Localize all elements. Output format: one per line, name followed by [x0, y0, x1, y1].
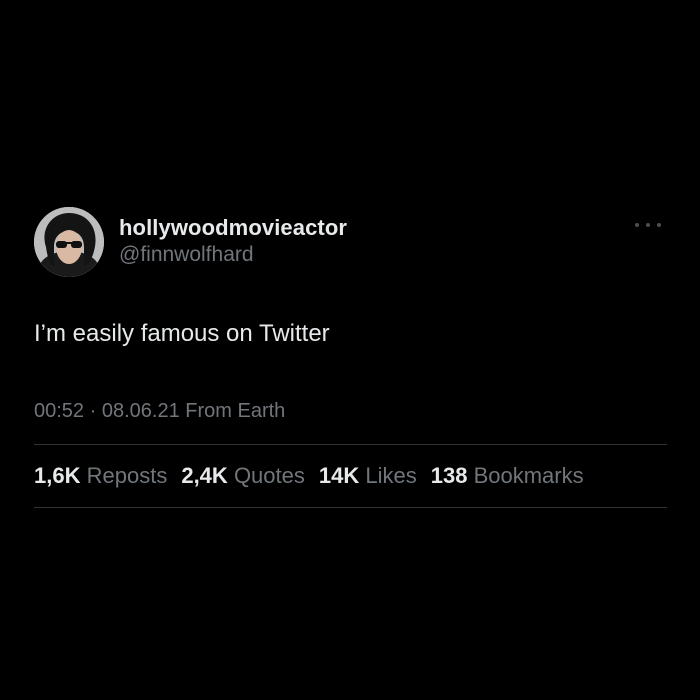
- engagement-stats: 1,6K Reposts 2,4K Quotes 14K Likes 138 B…: [34, 461, 598, 491]
- user-handle[interactable]: @finnwolfhard: [119, 241, 347, 269]
- stat-count: 2,4K: [181, 463, 228, 488]
- tweet-date[interactable]: 08.06.21: [102, 400, 180, 422]
- stat-count: 14K: [318, 463, 360, 488]
- dot-icon: [646, 223, 650, 227]
- tweet-source: From Earth: [185, 400, 286, 422]
- stat-reposts[interactable]: 1,6K Reposts: [34, 461, 167, 491]
- tweet-header: hollywoodmovieactor @finnwolfhard: [34, 205, 667, 281]
- dot-icon: [657, 223, 661, 227]
- profile-photo-icon: [34, 207, 104, 277]
- avatar[interactable]: [34, 207, 104, 277]
- dot-icon: [635, 223, 639, 227]
- tweet-card: hollywoodmovieactor @finnwolfhard I’m ea…: [34, 205, 667, 508]
- divider: [34, 444, 667, 445]
- stat-count: 1,6K: [34, 463, 81, 488]
- tweet-text: I’m easily famous on Twitter: [34, 320, 330, 347]
- tweet-time[interactable]: 00:52: [34, 400, 84, 422]
- stat-likes[interactable]: 14K Likes: [319, 461, 417, 491]
- stat-label: Bookmarks: [473, 463, 584, 488]
- author-names: hollywoodmovieactor @finnwolfhard: [119, 214, 347, 269]
- stat-count: 138: [430, 463, 468, 488]
- divider: [34, 507, 667, 508]
- stat-label: Likes: [365, 463, 417, 488]
- display-name[interactable]: hollywoodmovieactor: [119, 214, 347, 242]
- tweet-meta: 00:52 · 08.06.21 From Earth: [34, 397, 285, 425]
- stat-label: Reposts: [86, 463, 168, 488]
- stat-label: Quotes: [233, 463, 305, 488]
- stat-bookmarks[interactable]: 138 Bookmarks: [431, 461, 584, 491]
- more-options-icon[interactable]: [635, 217, 661, 233]
- stat-quotes[interactable]: 2,4K Quotes: [181, 461, 305, 491]
- meta-separator: ·: [89, 400, 97, 422]
